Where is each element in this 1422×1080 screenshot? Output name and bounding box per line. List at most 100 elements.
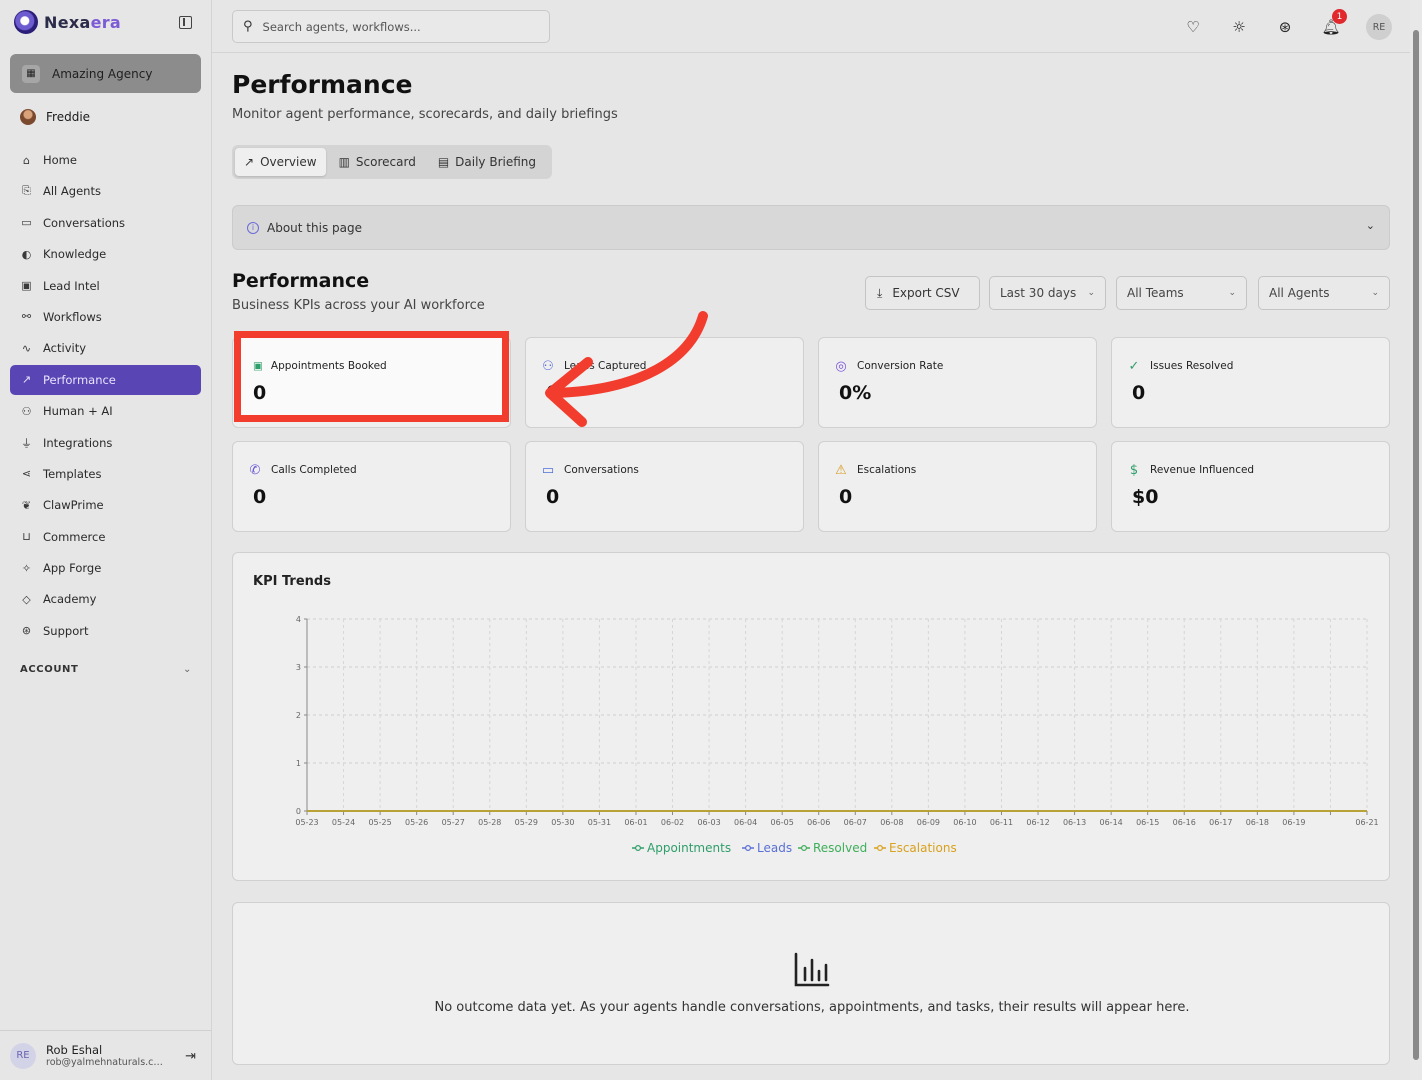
- search-input[interactable]: ⚲ Search agents, workflows...: [232, 10, 550, 43]
- account-section-toggle[interactable]: ACCOUNT ⌄: [20, 664, 192, 675]
- sidebar-item-workflows[interactable]: ⚯ Workflows: [10, 302, 201, 332]
- sidebar-item-performance[interactable]: ↗ Performance: [10, 364, 201, 395]
- x-tick-label: 06-12: [1026, 818, 1049, 827]
- sidebar-item-activity[interactable]: ∿ Activity: [10, 333, 201, 363]
- kpi-card-leads-captured[interactable]: ⚇ Leads Captured 0: [525, 337, 804, 428]
- tab-overview[interactable]: ↗ Overview: [235, 148, 326, 176]
- nav-icon: ⊛: [21, 624, 32, 638]
- sidebar-item-home[interactable]: ⌂ Home: [10, 145, 201, 175]
- sidebar-item-conversations[interactable]: ▭ Conversations: [10, 208, 201, 238]
- kpi-card-escalations[interactable]: ⚠ Escalations 0: [818, 441, 1097, 532]
- search-icon: ⚲: [243, 19, 253, 34]
- kpi-label: Appointments Booked: [270, 360, 387, 372]
- bar-chart-icon: [794, 952, 830, 987]
- x-tick-label: 05-24: [332, 818, 355, 827]
- help-icon[interactable]: ⊛: [1274, 16, 1296, 38]
- y-tick-label: 4: [296, 615, 301, 624]
- sidebar-item-templates[interactable]: ⋖ Templates: [10, 459, 201, 489]
- x-tick-label: 06-02: [661, 818, 684, 827]
- x-tick-label: 05-30: [551, 818, 574, 827]
- chevron-down-icon: ⌄: [1371, 288, 1379, 298]
- page-scrollbar[interactable]: [1410, 0, 1422, 1080]
- sidebar-item-lead-intel[interactable]: ▣ Lead Intel: [10, 271, 201, 301]
- sidebar-item-all-agents[interactable]: ⎘ All Agents: [10, 176, 201, 206]
- nav-icon: ✧: [21, 561, 32, 575]
- kpi-card-conversations[interactable]: ▭ Conversations 0: [525, 441, 804, 532]
- sidebar-item-app-forge[interactable]: ✧ App Forge: [10, 553, 201, 583]
- date-range-select[interactable]: Last 30 days ⌄: [989, 276, 1106, 310]
- current-user[interactable]: Freddie: [20, 109, 90, 125]
- kpi-label: Conversations: [564, 464, 639, 476]
- x-tick-label: 06-07: [844, 818, 867, 827]
- tab-daily-briefing[interactable]: ▤ Daily Briefing: [429, 148, 545, 176]
- section-title: Performance: [232, 270, 370, 292]
- sidebar-item-integrations[interactable]: ⏚ Integrations: [10, 428, 201, 458]
- kpi-value: 0: [1132, 382, 1146, 404]
- nav-icon: ❦: [21, 498, 32, 512]
- y-tick-label: 0: [296, 807, 301, 816]
- x-tick-label: 05-23: [295, 818, 318, 827]
- sidebar-collapse-icon[interactable]: [179, 16, 192, 29]
- sidebar-item-commerce[interactable]: ⊔ Commerce: [10, 522, 201, 552]
- kpi-card-issues-resolved[interactable]: ✓ Issues Resolved 0: [1111, 337, 1390, 428]
- kpi-label: Calls Completed: [271, 464, 357, 476]
- x-tick-label: 06-18: [1246, 818, 1269, 827]
- chevron-down-icon: ⌄: [183, 664, 192, 675]
- kpi-value: 0: [546, 382, 560, 404]
- nav-icon: ⌂: [23, 153, 30, 167]
- export-csv-button[interactable]: ⤓ Export CSV: [865, 276, 980, 310]
- footer-avatar: RE: [10, 1042, 36, 1069]
- sidebar-item-human-ai[interactable]: ⚇ Human + AI: [10, 396, 201, 426]
- about-this-page-accordion[interactable]: i About this page ⌄: [232, 205, 1390, 250]
- bell-icon[interactable]: 🔔︎ 1: [1320, 9, 1347, 38]
- x-tick-label: 06-16: [1173, 818, 1196, 827]
- x-tick-label: 06-01: [624, 818, 647, 827]
- sidebar-item-academy[interactable]: ◇ Academy: [10, 584, 201, 614]
- kpi-label: Conversion Rate: [857, 360, 944, 372]
- section-subtitle: Business KPIs across your AI workforce: [232, 298, 485, 313]
- x-tick-label: 05-31: [588, 818, 611, 827]
- nav-icon: ▭: [21, 216, 32, 230]
- agents-select[interactable]: All Agents ⌄: [1258, 276, 1390, 310]
- teams-select[interactable]: All Teams ⌄: [1116, 276, 1247, 310]
- sidebar-item-clawprime[interactable]: ❦ ClawPrime: [10, 490, 201, 520]
- kpi-card-conversion-rate[interactable]: ◎ Conversion Rate 0%: [818, 337, 1097, 428]
- workspace-name: Amazing Agency: [52, 66, 153, 81]
- top-avatar[interactable]: RE: [1366, 14, 1392, 40]
- brand-logo[interactable]: Nexaera: [14, 10, 121, 34]
- user-plus-icon: ⚇: [542, 358, 554, 374]
- sidebar-item-knowledge[interactable]: ◐ Knowledge: [10, 239, 201, 269]
- kpi-card-revenue-influenced[interactable]: $ Revenue Influenced $0: [1111, 441, 1390, 532]
- scroll-thumb[interactable]: [1413, 30, 1419, 1060]
- empty-state-card: No outcome data yet. As your agents hand…: [232, 902, 1390, 1065]
- x-tick-label: 06-17: [1209, 818, 1232, 827]
- x-tick-label: 06-14: [1100, 818, 1123, 827]
- sun-icon[interactable]: ☼: [1228, 16, 1250, 38]
- sidebar-footer-user: RE Rob Eshal rob@yalmehnaturals.com ⇥: [0, 1030, 211, 1080]
- tab-scorecard[interactable]: ▥ Scorecard: [330, 148, 425, 176]
- sidebar: Nexaera ▦ Amazing Agency Freddie ⌂ Home ⎘ A…: [0, 0, 212, 1080]
- x-tick-label: 06-09: [917, 818, 940, 827]
- info-icon: i: [247, 221, 259, 234]
- nav-icon: ◇: [22, 592, 31, 606]
- warning-icon: ⚠: [835, 462, 847, 478]
- logout-icon[interactable]: ⇥: [185, 1049, 196, 1064]
- workspace-switcher[interactable]: ▦ Amazing Agency: [10, 54, 201, 93]
- x-tick-label: 06-10: [953, 818, 976, 827]
- search-placeholder: Search agents, workflows...: [262, 19, 421, 34]
- x-tick-label: 06-21: [1355, 818, 1378, 827]
- download-icon: ⤓: [877, 285, 883, 300]
- kpi-value: $0: [1132, 486, 1159, 508]
- x-tick-label: 06-06: [807, 818, 830, 827]
- heart-icon[interactable]: ♡: [1182, 16, 1204, 38]
- top-bar: ⚲ Search agents, workflows... ♡ ☼ ⊛ 🔔︎ 1 …: [212, 0, 1410, 53]
- x-tick-label: 05-28: [478, 818, 501, 827]
- kpi-card-calls-completed[interactable]: ✆ Calls Completed 0: [232, 441, 511, 532]
- trend-icon: ↗: [244, 155, 255, 169]
- page-title: Performance: [232, 70, 413, 99]
- kpi-label: Escalations: [857, 464, 917, 476]
- sidebar-item-support[interactable]: ⊛ Support: [10, 616, 201, 646]
- empty-state-text: No outcome data yet. As your agents hand…: [434, 1000, 1190, 1015]
- kpi-value: 0: [839, 486, 853, 508]
- x-tick-label: 06-15: [1136, 818, 1159, 827]
